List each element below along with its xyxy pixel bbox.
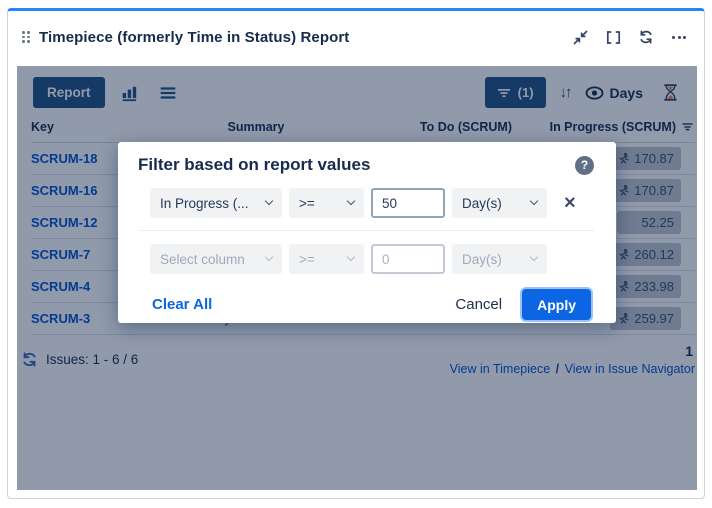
remove-filter-icon[interactable]: × xyxy=(564,193,576,213)
modal-title: Filter based on report values xyxy=(138,155,370,175)
clear-all-link[interactable]: Clear All xyxy=(152,296,212,313)
column-select[interactable]: In Progress (... xyxy=(150,188,282,218)
chevron-down-icon xyxy=(265,197,273,205)
gadget-title: Timepiece (formerly Time in Status) Repo… xyxy=(39,29,349,46)
operator-select[interactable]: >= xyxy=(289,188,364,218)
chevron-down-icon xyxy=(530,197,538,205)
operator-select-disabled[interactable]: >= xyxy=(289,244,364,274)
timepiece-gadget: Timepiece (formerly Time in Status) Repo… xyxy=(7,8,705,499)
filter-value-input[interactable] xyxy=(371,188,445,218)
dashboard-stage: Timepiece (formerly Time in Status) Repo… xyxy=(0,0,712,508)
apply-button[interactable]: Apply xyxy=(522,289,591,320)
unit-select-disabled[interactable]: Day(s) xyxy=(452,244,547,274)
chevron-down-icon xyxy=(347,253,355,261)
refresh-icon[interactable] xyxy=(637,28,655,46)
chevron-down-icon xyxy=(265,253,273,261)
drag-handle-icon[interactable] xyxy=(22,31,30,43)
row-divider xyxy=(140,230,594,231)
chevron-down-icon xyxy=(530,253,538,261)
cancel-button[interactable]: Cancel xyxy=(445,290,512,319)
help-icon[interactable]: ? xyxy=(575,156,594,175)
more-options-icon[interactable] xyxy=(670,28,688,46)
chevron-down-icon xyxy=(347,197,355,205)
filter-row-active: In Progress (... >= Day(s) × xyxy=(118,188,616,218)
filter-value-input-disabled[interactable] xyxy=(371,244,445,274)
collapse-icon[interactable] xyxy=(571,28,589,46)
filter-row-empty: Select column >= Day(s) xyxy=(118,244,616,274)
column-select-placeholder[interactable]: Select column xyxy=(150,244,282,274)
fullscreen-icon[interactable] xyxy=(604,28,622,46)
gadget-header: Timepiece (formerly Time in Status) Repo… xyxy=(8,11,704,63)
filter-modal: Filter based on report values ? In Progr… xyxy=(118,142,616,323)
unit-select[interactable]: Day(s) xyxy=(452,188,547,218)
